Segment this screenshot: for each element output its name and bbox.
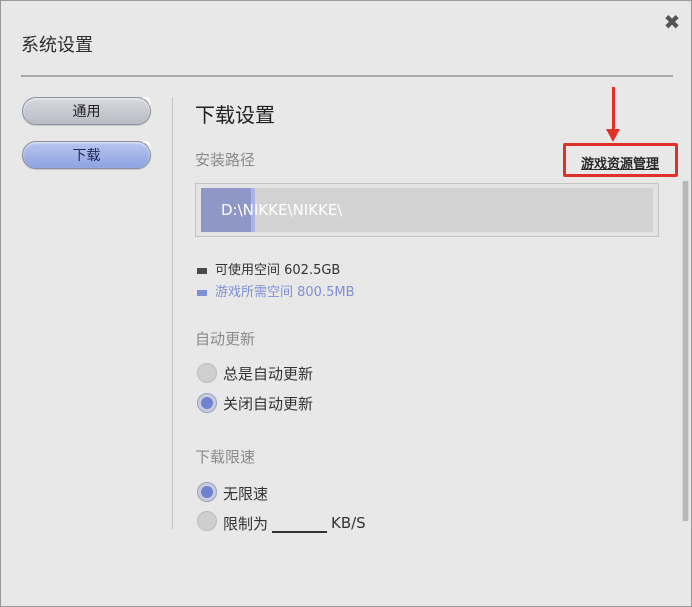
available-space-row: 可使用空间 602.5GB (197, 259, 340, 278)
available-space-text: 可使用空间 602.5GB (215, 263, 341, 278)
always-auto-update-label: 总是自动更新 (223, 365, 314, 383)
install-path-value: D:\NIKKE\NIKKE\ (221, 201, 343, 219)
section-title: 下载设置 (195, 103, 275, 127)
settings-window: 系统设置 ✖ 通用 下载 下载设置 安装路径 游戏资源管理 D:\NIKKE\N… (0, 0, 692, 607)
nav-corner-decoration (143, 141, 151, 149)
nav-general-button[interactable]: 通用 (22, 97, 151, 125)
nav-corner-decoration (143, 97, 151, 105)
speed-limit-input[interactable] (272, 531, 327, 533)
required-space-swatch (197, 289, 207, 296)
radio-no-limit[interactable] (197, 482, 217, 502)
sidebar-divider (172, 97, 173, 529)
limit-to-label: 限制为 (223, 515, 269, 533)
arrow-down-icon (612, 87, 615, 131)
no-limit-label: 无限速 (223, 485, 269, 503)
nav-download-label: 下载 (72, 148, 101, 164)
auto-update-label: 自动更新 (195, 330, 256, 348)
radio-always-auto-update[interactable] (197, 363, 217, 383)
speed-limit-label: 下载限速 (195, 448, 256, 466)
nav-general-label: 通用 (72, 104, 101, 120)
window-title: 系统设置 (21, 35, 93, 56)
speed-unit-label: KB/S (331, 514, 366, 532)
radio-limit-to[interactable] (197, 511, 217, 531)
available-space-swatch (197, 267, 207, 274)
nav-download-button[interactable]: 下载 (22, 141, 151, 169)
required-space-text: 游戏所需空间 800.5MB (215, 285, 355, 300)
close-icon[interactable]: ✖ (661, 11, 683, 33)
arrow-head (606, 129, 620, 142)
radio-disable-auto-update[interactable] (197, 393, 217, 413)
install-path-label: 安装路径 (195, 151, 256, 169)
title-divider (21, 75, 673, 77)
disk-usage-bar: D:\NIKKE\NIKKE\ (201, 188, 653, 232)
game-resource-manage-link[interactable]: 游戏资源管理 (581, 153, 659, 172)
required-space-row: 游戏所需空间 800.5MB (197, 281, 354, 300)
install-path-field[interactable]: D:\NIKKE\NIKKE\ (195, 183, 659, 237)
scrollbar-thumb[interactable] (683, 181, 688, 521)
disable-auto-update-label: 关闭自动更新 (223, 395, 314, 413)
